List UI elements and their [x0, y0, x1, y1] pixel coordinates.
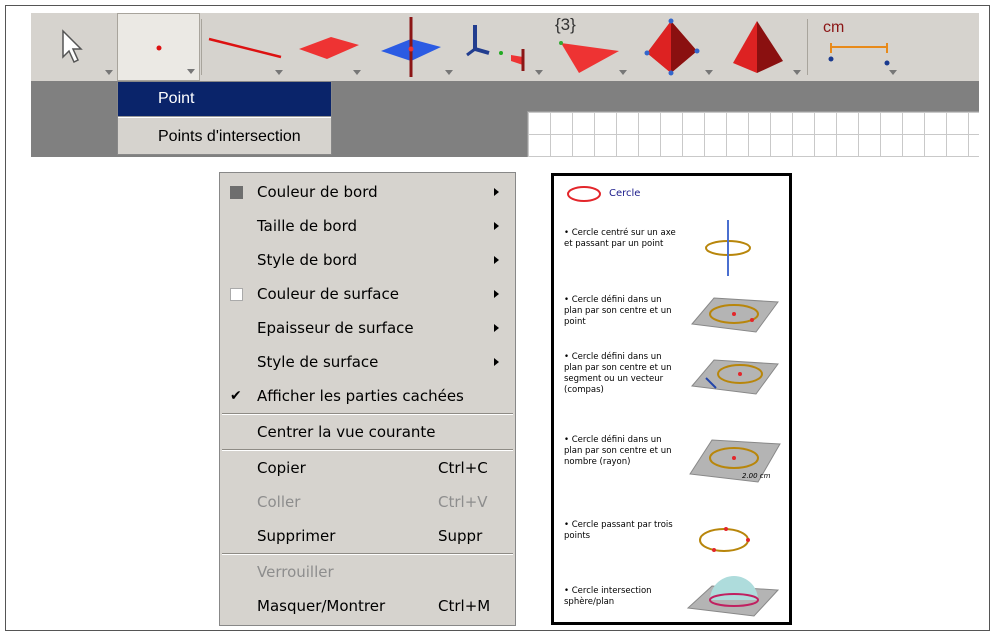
menu-item-label: Taille de bord — [257, 217, 358, 235]
perpendicular-plane-tool-button[interactable] — [367, 13, 457, 81]
menu-item-label: Verrouiller — [257, 563, 334, 581]
sphere-plane-intersection-icon — [686, 576, 780, 617]
triangle-icon — [559, 41, 619, 73]
menu-item-delete[interactable]: Supprimer Suppr — [220, 519, 515, 553]
dropdown-indicator-icon — [619, 70, 627, 75]
submenu-arrow-icon — [494, 324, 499, 332]
submenu-arrow-icon — [494, 290, 499, 298]
segment-tool-button[interactable] — [203, 13, 287, 81]
menu-item-label: Supprimer — [257, 527, 336, 545]
menu-item-surface-style[interactable]: Style de surface — [220, 345, 515, 379]
entry-description: • Cercle défini dans un plan par son cen… — [564, 352, 672, 395]
submenu-arrow-icon — [494, 222, 499, 230]
shortcut-label: Ctrl+M — [438, 597, 491, 615]
menu-item-border-size[interactable]: Taille de bord — [220, 209, 515, 243]
circle-radius-icon: 2.00 cm — [689, 439, 781, 483]
dropdown-item-intersection-points[interactable]: Points d'intersection — [118, 118, 331, 155]
menu-item-label: Masquer/Montrer — [257, 597, 386, 615]
menu-item-copy[interactable]: Copier Ctrl+C — [220, 451, 515, 485]
pointer-tool-button[interactable] — [37, 13, 117, 81]
point-icon — [156, 45, 162, 51]
axes-icon — [466, 25, 525, 71]
menu-item-label: Couleur de surface — [257, 285, 399, 303]
toolbar: {3} cm — [31, 13, 979, 81]
submenu-arrow-icon — [494, 188, 499, 196]
dropdown-indicator-icon — [705, 70, 713, 75]
measure-badge: cm — [823, 19, 845, 36]
shortcut-label: Suppr — [438, 527, 483, 545]
menu-item-label: Style de surface — [257, 353, 379, 371]
circle-compass-icon — [691, 359, 779, 395]
plane-tool-button[interactable] — [287, 13, 365, 81]
point-tool-button[interactable] — [117, 13, 200, 81]
toolbar-separator — [807, 19, 808, 75]
point-tool-dropdown: Point Points d'intersection — [117, 81, 332, 155]
plane-icon — [299, 37, 359, 59]
menu-item-label: Couleur de bord — [257, 183, 378, 201]
menu-item-label: Epaisseur de surface — [257, 319, 414, 337]
shortcut-label: Ctrl+V — [438, 493, 488, 511]
panel-title: Cercle — [609, 188, 641, 199]
circle-help-panel: Cercle • Cercle centré sur un axe et pas… — [551, 173, 792, 625]
submenu-arrow-icon — [494, 256, 499, 264]
polygon-tool-button[interactable]: {3} — [547, 13, 631, 81]
context-menu: Couleur de bord Taille de bord Style de … — [219, 172, 516, 626]
dropdown-item-point[interactable]: Point — [118, 82, 331, 116]
menu-item-hide-show[interactable]: Masquer/Montrer Ctrl+M — [220, 589, 515, 623]
menu-item-label: Afficher les parties cachées — [257, 387, 464, 405]
entry-description: • Cercle centré sur un axe et passant pa… — [564, 228, 676, 249]
menu-item-label: Centrer la vue courante — [257, 423, 436, 441]
menu-item-paste: Coller Ctrl+V — [220, 485, 515, 519]
perpendicular-plane-icon — [381, 17, 441, 77]
dropdown-indicator-icon — [445, 70, 453, 75]
dropdown-indicator-icon — [353, 70, 361, 75]
menu-item-show-hidden-parts[interactable]: ✔ Afficher les parties cachées — [220, 379, 515, 413]
axes-tool-button[interactable] — [459, 13, 547, 81]
checkmark-icon: ✔ — [230, 388, 242, 404]
ruler-icon — [828, 43, 890, 66]
menu-item-surface-thickness[interactable]: Epaisseur de surface — [220, 311, 515, 345]
menu-item-border-style[interactable]: Style de bord — [220, 243, 515, 277]
segment-icon — [208, 37, 282, 59]
menu-item-center-view[interactable]: Centrer la vue courante — [220, 415, 515, 449]
dropdown-indicator-icon — [275, 70, 283, 75]
circle-around-axis-icon — [705, 220, 751, 276]
tetrahedron-tool-button[interactable] — [633, 13, 717, 81]
dropdown-indicator-icon — [187, 69, 195, 74]
dropdown-indicator-icon — [535, 70, 543, 75]
tetrahedron-icon — [644, 18, 700, 76]
pyramid-icon — [733, 21, 783, 73]
menu-item-label: Coller — [257, 493, 301, 511]
grid-view[interactable] — [527, 111, 979, 157]
toolbar-separator — [201, 19, 202, 75]
pyramid-tool-button[interactable] — [719, 13, 805, 81]
border-color-swatch — [230, 186, 243, 199]
dropdown-indicator-icon — [105, 70, 113, 75]
menu-item-border-color[interactable]: Couleur de bord — [220, 175, 515, 209]
dropdown-indicator-icon — [793, 70, 801, 75]
circle-center-point-icon — [691, 297, 779, 333]
shortcut-label: Ctrl+C — [438, 459, 488, 477]
menu-item-label: Style de bord — [257, 251, 358, 269]
polygon-badge: {3} — [555, 15, 576, 34]
entry-description: • Cercle défini dans un plan par son cen… — [564, 435, 672, 467]
entry-description: • Cercle intersection sphère/plan — [564, 586, 652, 607]
radius-label: 2.00 cm — [742, 472, 771, 480]
circle-icon — [567, 186, 601, 202]
menu-item-label: Copier — [257, 459, 306, 477]
menu-item-surface-color[interactable]: Couleur de surface — [220, 277, 515, 311]
entry-description: • Cercle passant par trois points — [564, 520, 673, 541]
entry-description: • Cercle défini dans un plan par son cen… — [564, 295, 672, 327]
circle-three-points-icon — [699, 527, 750, 552]
measure-tool-button[interactable]: cm — [809, 13, 901, 81]
dropdown-indicator-icon — [889, 70, 897, 75]
cursor-arrow-icon — [62, 29, 83, 64]
menu-item-lock: Verrouiller — [220, 555, 515, 589]
submenu-arrow-icon — [494, 358, 499, 366]
surface-color-swatch — [230, 288, 243, 301]
